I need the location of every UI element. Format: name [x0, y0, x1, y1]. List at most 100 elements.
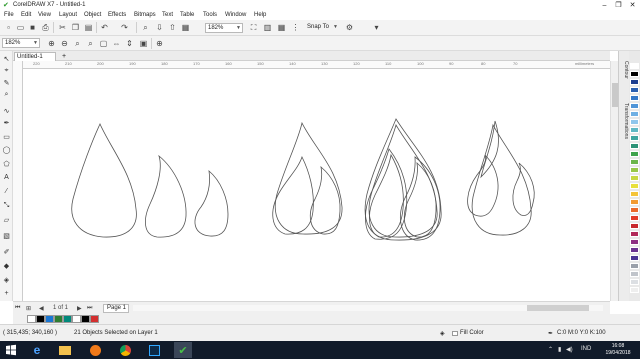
zoom-to-all-objects-icon[interactable]: ⌕: [85, 38, 96, 49]
horizontal-scrollbar[interactable]: [133, 305, 603, 311]
internet-explorer-icon[interactable]: e: [28, 342, 46, 358]
menu-window[interactable]: Window: [225, 12, 246, 18]
connector-tool-icon[interactable]: ⤡: [2, 201, 11, 210]
language-indicator[interactable]: IND: [581, 346, 591, 352]
tray-up-arrow-icon[interactable]: ⌃: [548, 346, 553, 353]
menu-text[interactable]: Text: [162, 12, 173, 18]
palette-swatch[interactable]: [630, 143, 639, 149]
palette-swatch[interactable]: [630, 63, 639, 69]
drawing-canvas[interactable]: [23, 69, 610, 301]
document-palette-swatch[interactable]: [90, 315, 99, 323]
document-palette-swatch[interactable]: [54, 315, 63, 323]
palette-swatch[interactable]: [630, 175, 639, 181]
palette-swatch[interactable]: [630, 159, 639, 165]
parallel-dimension-tool-icon[interactable]: ⁄: [2, 187, 11, 196]
application-launcher-icon[interactable]: ▦: [180, 22, 191, 33]
zoom-tool-icon[interactable]: ⌕: [2, 90, 11, 99]
horizontal-ruler[interactable]: 220 210 200 190 180 170 160 150 140 130 …: [23, 61, 610, 69]
zoom-level-select[interactable]: 182% ▼: [205, 23, 243, 33]
text-tool-icon[interactable]: A: [2, 173, 11, 182]
undo-icon[interactable]: ↶: [99, 22, 110, 33]
palette-swatch[interactable]: [630, 95, 639, 101]
last-page-button[interactable]: ⏭: [87, 305, 92, 312]
taskbar-clock[interactable]: 16:08 19/04/2018: [598, 343, 638, 357]
network-icon[interactable]: ▮: [558, 346, 561, 353]
palette-swatch[interactable]: [630, 79, 639, 85]
show-grid-icon[interactable]: ▦: [276, 22, 287, 33]
document-palette-swatch[interactable]: [72, 315, 81, 323]
polygon-tool-icon[interactable]: ⬠: [2, 159, 11, 168]
palette-swatch[interactable]: [630, 191, 639, 197]
document-tab[interactable]: Untitled-1 +: [14, 52, 66, 61]
palette-swatch[interactable]: [630, 239, 639, 245]
redo-icon[interactable]: ↷: [119, 22, 130, 33]
export-icon[interactable]: ⇧: [167, 22, 178, 33]
firefox-icon[interactable]: [86, 342, 104, 358]
menu-view[interactable]: View: [38, 12, 51, 18]
palette-swatch[interactable]: [630, 183, 639, 189]
close-button[interactable]: ✕: [626, 1, 639, 10]
document-palette-swatch[interactable]: [45, 315, 54, 323]
docker-tab-transformations[interactable]: Transformations: [621, 103, 629, 139]
start-button[interactable]: [2, 342, 20, 358]
ellipse-tool-icon[interactable]: ◯: [2, 145, 11, 154]
open-icon[interactable]: ▭: [15, 22, 26, 33]
copy-icon[interactable]: ❐: [70, 22, 81, 33]
show-guidelines-icon[interactable]: ⋮: [290, 22, 301, 33]
palette-swatch[interactable]: [630, 111, 639, 117]
drop-shadow-tool-icon[interactable]: ▱: [2, 215, 11, 224]
import-icon[interactable]: ⇩: [154, 22, 165, 33]
search-content-icon[interactable]: ⌕: [140, 22, 151, 33]
add-tool-icon[interactable]: +: [2, 289, 11, 298]
transparency-tool-icon[interactable]: ▧: [2, 231, 11, 240]
artistic-media-tool-icon[interactable]: ✒: [2, 118, 11, 127]
docker-tab-contour[interactable]: Contour: [621, 61, 629, 79]
full-screen-icon[interactable]: ⛶: [248, 22, 259, 33]
palette-swatch[interactable]: [630, 247, 639, 253]
menu-edit[interactable]: Edit: [21, 12, 31, 18]
zoom-to-page-height-icon[interactable]: ⇕: [124, 38, 135, 49]
palette-swatch[interactable]: [630, 263, 639, 269]
menu-effects[interactable]: Effects: [108, 12, 126, 18]
smart-fill-tool-icon[interactable]: ◈: [2, 275, 11, 284]
first-page-button[interactable]: ⏮: [15, 305, 20, 312]
next-page-button[interactable]: ▶: [77, 305, 82, 312]
palette-swatch[interactable]: [630, 103, 639, 109]
pick-tool-icon[interactable]: ↖: [2, 54, 11, 63]
menu-layout[interactable]: Layout: [59, 12, 77, 18]
coreldraw-taskbar-icon[interactable]: ✔: [174, 342, 192, 358]
color-eyedropper-tool-icon[interactable]: ✐: [2, 247, 11, 256]
palette-swatch[interactable]: [630, 151, 639, 157]
palette-swatch[interactable]: [630, 279, 639, 285]
palette-swatch[interactable]: [630, 87, 639, 93]
palette-swatch[interactable]: [630, 127, 639, 133]
palette-swatch[interactable]: [630, 287, 639, 293]
document-palette-swatch[interactable]: [27, 315, 36, 323]
menu-bitmaps[interactable]: Bitmaps: [134, 12, 156, 18]
options-icon[interactable]: ⚙: [344, 22, 355, 33]
zoom-to-selected-icon[interactable]: ⌕: [72, 38, 83, 49]
vertical-scrollbar[interactable]: [610, 61, 618, 301]
document-palette-swatch[interactable]: [36, 315, 45, 323]
flame-drawing[interactable]: [23, 69, 610, 301]
palette-swatch[interactable]: [630, 215, 639, 221]
menu-table[interactable]: Table: [180, 12, 194, 18]
save-icon[interactable]: ■: [27, 22, 38, 33]
zoom-to-page-width-icon[interactable]: ⇔: [111, 38, 122, 49]
menu-help[interactable]: Help: [254, 12, 266, 18]
document-palette-swatch[interactable]: [63, 315, 72, 323]
chrome-icon[interactable]: [116, 342, 134, 358]
print-icon[interactable]: ⎙: [40, 22, 51, 33]
palette-swatch[interactable]: [630, 207, 639, 213]
property-zoom-select[interactable]: 182% ▼: [2, 38, 40, 48]
vertical-ruler[interactable]: [13, 61, 23, 301]
menu-tools[interactable]: Tools: [203, 12, 217, 18]
zoom-in-icon[interactable]: ⊕: [46, 38, 57, 49]
palette-swatch[interactable]: [630, 231, 639, 237]
zoom-to-page-icon[interactable]: ▢: [98, 38, 109, 49]
palette-swatch[interactable]: [630, 71, 639, 77]
launch-icon[interactable]: ▾: [371, 22, 382, 33]
file-explorer-icon[interactable]: [56, 342, 74, 358]
palette-swatch[interactable]: [630, 135, 639, 141]
show-rulers-icon[interactable]: ▥: [262, 22, 273, 33]
